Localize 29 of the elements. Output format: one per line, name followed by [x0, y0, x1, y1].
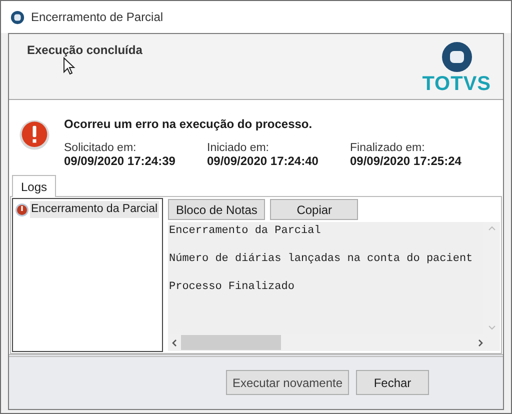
app-icon [10, 10, 25, 24]
time-value: 09/09/2020 17:25:24 [350, 155, 462, 168]
dialog-button[interactable]: Fechar [356, 370, 429, 395]
error-message: Ocorreu um erro na execução do processo. [64, 116, 314, 133]
log-line: Processo Finalizado [169, 280, 296, 294]
scroll-right-icon[interactable] [478, 338, 483, 346]
tab[interactable]: Logs [12, 175, 56, 197]
log-button[interactable]: Copiar [270, 199, 358, 220]
scroll-up-icon[interactable] [488, 226, 496, 231]
logo-text: TOTVS [422, 73, 491, 95]
dialog-button[interactable]: Executar novamente [226, 370, 349, 395]
log-line: Número de diárias lançadas na conta do pacient [169, 252, 474, 266]
cursor-icon [63, 57, 76, 76]
log-button[interactable]: Bloco de Notas [168, 199, 266, 220]
header-title: Execução concluída [27, 42, 142, 59]
tree-item[interactable]: Encerramento da Parcial [30, 201, 159, 218]
time-label: Iniciado em: [207, 142, 270, 155]
error-icon [15, 202, 29, 217]
time-value: 09/09/2020 17:24:40 [207, 155, 320, 168]
log-text-area[interactable]: Encerramento da Parcial Número de diárias lançadas na conta do pacient Processo Finalizado [168, 222, 500, 351]
logo-icon [440, 41, 473, 73]
window-title: Encerramento de Parcial [31, 9, 164, 26]
time-label: Finalizado em: [350, 142, 426, 155]
scrollbar-thumb[interactable] [181, 335, 281, 350]
scroll-down-icon[interactable] [488, 325, 496, 330]
time-label: Solicitado em: [64, 142, 138, 155]
time-value: 09/09/2020 17:24:39 [64, 155, 176, 168]
log-line: Encerramento da Parcial [169, 224, 322, 238]
scroll-left-icon[interactable] [172, 338, 177, 346]
